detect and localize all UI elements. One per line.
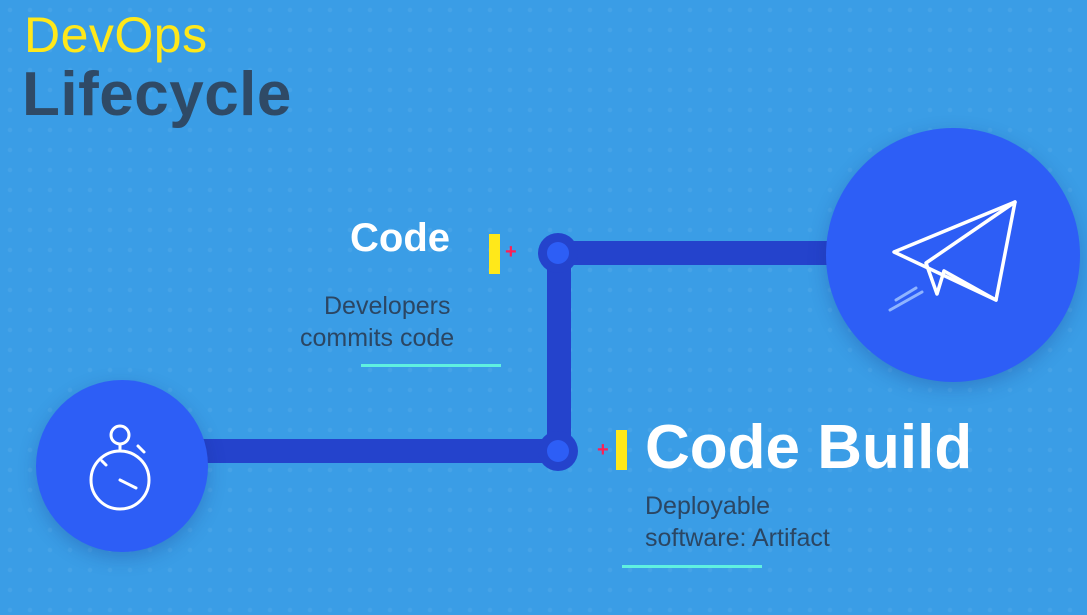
connector-bottom-horizontal: [200, 439, 560, 463]
step-build-plus-icon: +: [597, 439, 609, 461]
title-lifecycle: Lifecycle: [22, 60, 292, 129]
end-circle: [826, 128, 1080, 382]
step-build-underline: [622, 565, 762, 568]
step-build-marker-bar: [616, 430, 627, 470]
stopwatch-icon: [89, 424, 151, 511]
step-code-description-line1: Developers: [324, 292, 451, 320]
title-devops: DevOps: [24, 7, 208, 63]
junction-node-code: [538, 233, 578, 273]
connector-vertical: [547, 252, 571, 452]
junction-node-build-center: [547, 440, 569, 462]
connector-top-horizontal: [558, 241, 838, 265]
step-code-heading: Code: [350, 216, 450, 260]
step-code-plus-icon: +: [505, 241, 517, 263]
step-code-underline: [361, 364, 501, 367]
step-build-description-line1: Deployable: [645, 492, 771, 520]
step-code-marker-bar: [489, 234, 500, 274]
start-circle: [36, 380, 208, 552]
junction-node-build: [538, 431, 578, 471]
step-build-heading: Code Build: [645, 413, 973, 482]
step-build-description-line2: software: Artifact: [645, 524, 830, 552]
step-code-description-line2: commits code: [300, 324, 455, 352]
junction-node-code-center: [547, 242, 569, 264]
paper-plane-icon: [888, 200, 1017, 312]
